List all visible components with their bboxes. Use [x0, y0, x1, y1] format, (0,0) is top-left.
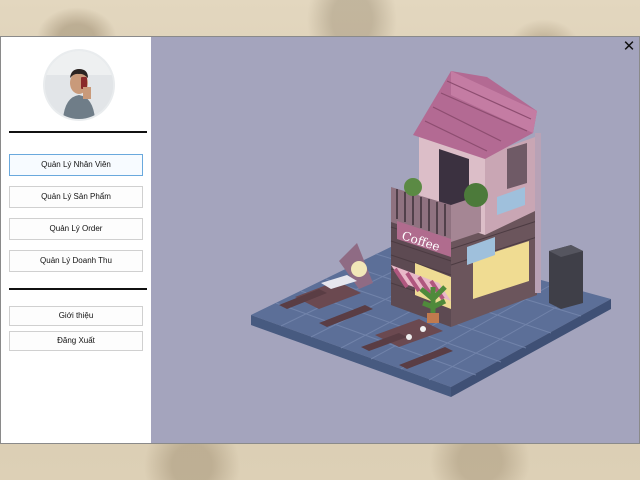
avatar-photo: [45, 51, 113, 119]
separator-bottom: [9, 288, 147, 290]
coffee-shop-illustration: Coffee: [151, 37, 639, 443]
main-window: Quản Lý Nhân Viên Quản Lý Sản Phẩm Quản …: [0, 36, 640, 444]
product-management-button[interactable]: Quản Lý Sản Phẩm: [9, 186, 143, 208]
revenue-management-button[interactable]: Quản Lý Doanh Thu: [9, 250, 143, 272]
sidebar: Quản Lý Nhân Viên Quản Lý Sản Phẩm Quản …: [1, 37, 151, 443]
about-button[interactable]: Giới thiệu: [9, 306, 143, 326]
staff-management-button[interactable]: Quản Lý Nhân Viên: [9, 154, 143, 176]
coffee-shop-scene: Coffee: [251, 71, 611, 397]
trash-bin: [549, 245, 583, 309]
order-management-button[interactable]: Quản Lý Order: [9, 218, 143, 240]
user-avatar: [45, 51, 113, 119]
separator-top: [9, 131, 147, 133]
close-icon[interactable]: ✕: [621, 37, 637, 55]
logout-button[interactable]: Đăng Xuất: [9, 331, 143, 351]
